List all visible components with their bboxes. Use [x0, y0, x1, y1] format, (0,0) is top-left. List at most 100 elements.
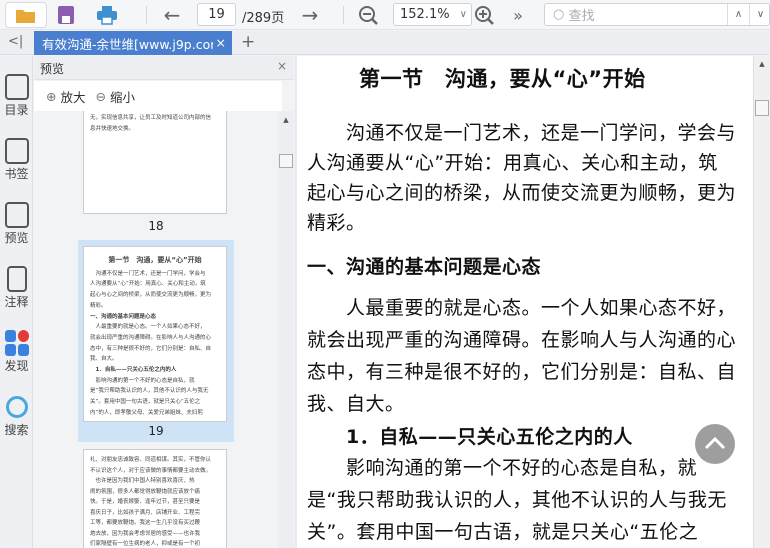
page-number-label: 19 [148, 424, 164, 438]
zoom-value: 152.1% [400, 7, 450, 22]
thumb-text-line: 礼、对朋友忠诚致容、同道相谋。其实，不管你认 [90, 457, 212, 463]
save-button[interactable] [52, 2, 80, 28]
search-next-button[interactable]: ∨ [749, 4, 770, 25]
text-line: 起心与心之间的桥梁，从而使交流更为顺畅，更为 [307, 182, 737, 204]
text-line: 影响沟通的第一个不好的心态是自私，就 [307, 457, 698, 479]
thumb-text-line: 无，实现信息共享，让员工及时知道公司内部的信 [90, 115, 212, 121]
rail-item-discover[interactable]: 发现 [0, 330, 33, 374]
text-line: 是“我只帮助我认识的人，其他不认识的人与我无 [307, 489, 727, 511]
preview-panel: 预览 × ⊕ 放大 ⊖ 缩小 无，实现信息共享，让员工及时知道公司内部的信 息并快速地交换… [34, 56, 294, 548]
next-page-button[interactable]: → [296, 2, 324, 28]
rail-label: 注释 [4, 295, 29, 309]
text-line: 关”。套用中国一句古语，就是只关心“五伦之 [307, 521, 699, 543]
document-view: 第一节 沟通，要从“心”开始 沟通不仅是一门艺术，还是一门学问，学会与 人沟通要从… [295, 56, 770, 548]
arrow-right-icon: → [301, 3, 319, 27]
rail-item-toc[interactable]: 目录 [0, 74, 33, 118]
zoom-in-icon: ⊕ [46, 88, 57, 104]
collapse-sidebar-button[interactable]: <| [8, 34, 23, 49]
heading: 一、沟通的基本问题是心态 [307, 256, 542, 278]
save-icon [58, 6, 74, 24]
text-line: 我、自大。 [307, 393, 405, 415]
document-page: 第一节 沟通，要从“心”开始 沟通不仅是一门艺术，还是一门学问，学会与 人沟通要从… [297, 56, 753, 548]
rail-item-bookmarks[interactable]: 书签 [0, 138, 33, 182]
zoom-in-button[interactable] [470, 2, 498, 28]
thumbnail-page-19[interactable]: 第一节 沟通，要从“心”开始 沟通不仅是一门艺术，还是一门学问，学会与 人沟通要从… [83, 246, 227, 422]
new-tab-button[interactable]: + [241, 32, 255, 52]
thumb-text-line: 是“我只帮助我认识的人，其他不认识的人与我无 [90, 388, 209, 395]
folder-icon [16, 10, 35, 23]
thumbnail-list: 无，实现信息共享，让员工及时知道公司内部的信 息并快速地交换。 18 第一节 沟通… [34, 111, 278, 548]
thumb-text-line: 工等，都要放鞭炮。我这一生几乎没有买过鞭 [90, 520, 201, 526]
zoom-out-icon: ⊖ [95, 88, 106, 104]
text-line: 就会出现严重的沟通障碍。在影响人与人沟通的心 [307, 329, 737, 351]
thumb-text-line: 起心与心之间的桥梁，从而使交流更为顺畅，更为 [90, 292, 212, 299]
rail-item-notes[interactable]: 注释 [0, 266, 33, 310]
thumb-text-line: 们家隔壁有一位生病的老人，抑或是有一个初 [90, 541, 201, 547]
text-line: 人沟通要从“心”开始：用真心、关心和主动，筑 [307, 152, 718, 174]
thumb-text-line: 1．自私——只关心五伦之内的人 [90, 367, 177, 374]
zoom-out-button[interactable] [354, 2, 382, 28]
thumb-text-line: 第一节 沟通，要从“心”开始 [108, 256, 202, 264]
panel-scrollbar[interactable]: ▲ [278, 111, 294, 548]
arrow-left-icon: ← [163, 3, 181, 27]
rail-item-preview[interactable]: 预览 [0, 202, 33, 246]
thumb-text-line: 人最重要的就是心态。一个人如果心态不好， [90, 324, 206, 331]
side-rail: 目录 书签 预览 注释 发现 搜索 [0, 56, 33, 548]
panel-close-button[interactable]: × [277, 59, 287, 73]
more-tools-button[interactable]: » [504, 2, 532, 28]
thumb-text-line: 也许是因为我们中国人特别喜欢喜庆、热 [90, 478, 195, 484]
thumb-text-line: 一、沟通的基本问题是心态 [90, 313, 157, 320]
page-total: /289页 [242, 11, 285, 26]
text-line: 精彩。 [307, 212, 366, 234]
list-icon [4, 74, 29, 100]
thumb-text-line: 不认识这个人，对于应该做的事情都要主动去做。 [90, 467, 212, 474]
tab-document[interactable]: 有效沟通-余世维[www.j9p.com × [34, 31, 232, 55]
search-input[interactable]: ○ 查找 ∧ ∨ [544, 3, 770, 26]
text-line: 态中，有三种是很不好的，它们分别是：自私、自 [307, 361, 737, 383]
thumb-text-line: 精彩。 [90, 302, 107, 309]
panel-title: 预览 [40, 62, 65, 76]
thumbnail-page-18[interactable]: 无，实现信息共享，让员工及时知道公司内部的信 息并快速地交换。 [83, 111, 227, 214]
thumb-text-line: 关”。套用中国一句古语，就是只关心“五伦之 [90, 399, 201, 406]
thumb-text-line: 炮去放，因为我会考虑邻居的感受——也许我 [90, 530, 201, 537]
rail-label: 发现 [4, 359, 29, 373]
tab-close-button[interactable]: × [212, 35, 226, 50]
rail-label: 搜索 [4, 423, 29, 437]
open-folder-button[interactable] [5, 2, 47, 28]
zoom-select[interactable]: 152.1% ∨ [393, 3, 472, 26]
thumb-text-line: 息并快速地交换。 [90, 125, 135, 132]
thumb-text-line: 喜庆日子，比如孩子满月、店铺开业、工程完 [90, 509, 201, 516]
thumb-text-line: 沟通不仅是一门艺术，还是一门学问，学会与 [90, 270, 206, 277]
search-prev-button[interactable]: ∧ [727, 4, 749, 25]
note-icon [6, 266, 27, 292]
back-to-top-button[interactable] [695, 424, 735, 464]
scroll-thumb[interactable] [755, 100, 769, 116]
scroll-thumb[interactable] [279, 154, 293, 168]
toolbar: ← 19 /289页 → 152.1% ∨ » ○ 查找 ∧ ∨ [0, 0, 770, 30]
heading: 1．自私——只关心五伦之内的人 [307, 426, 633, 448]
prev-page-button[interactable]: ← [158, 2, 186, 28]
thumb-text-line: 就会出现严重的沟通障碍。在影响人与人沟通的心 [90, 334, 212, 341]
bookmark-icon [4, 138, 29, 164]
search-icon: ○ [553, 7, 565, 22]
rail-label: 预览 [4, 231, 29, 245]
print-button[interactable] [93, 2, 121, 28]
thumb-text-line: 人沟通要从“心”开始：用真心、关心和主动，筑 [90, 281, 206, 288]
thumb-zoom-out-button[interactable]: 缩小 [110, 87, 135, 106]
section-title: 第一节 沟通，要从“心”开始 [359, 67, 646, 91]
page-number-label: 18 [148, 219, 164, 233]
page-number-input[interactable]: 19 [197, 3, 236, 26]
zoom-in-icon [475, 6, 494, 25]
thumbnail-page-20[interactable]: 礼、对朋友忠诚致容、同道相谋。其实，不管你认 不认识这个人，对于应该做的事情都要主… [83, 449, 227, 548]
tab-bar: <| 有效沟通-余世维[www.j9p.com × + [0, 31, 770, 55]
thumb-zoom-in-button[interactable]: 放大 [60, 87, 85, 106]
zoom-out-icon [359, 6, 378, 25]
text-line: 沟通不仅是一门艺术，还是一门学问，学会与 [307, 122, 737, 144]
chevron-down-icon: ∨ [459, 9, 467, 20]
chevron-up-icon [704, 436, 726, 450]
thumb-text-line: 我、自大。 [90, 356, 118, 363]
document-scrollbar[interactable]: ▲ [753, 56, 770, 548]
rail-item-search[interactable]: 搜索 [0, 394, 33, 438]
double-chevron-icon: » [513, 5, 523, 25]
thumb-text-line: 态中，有三种是很不好的，它们分别是：自私、自 [90, 345, 212, 352]
